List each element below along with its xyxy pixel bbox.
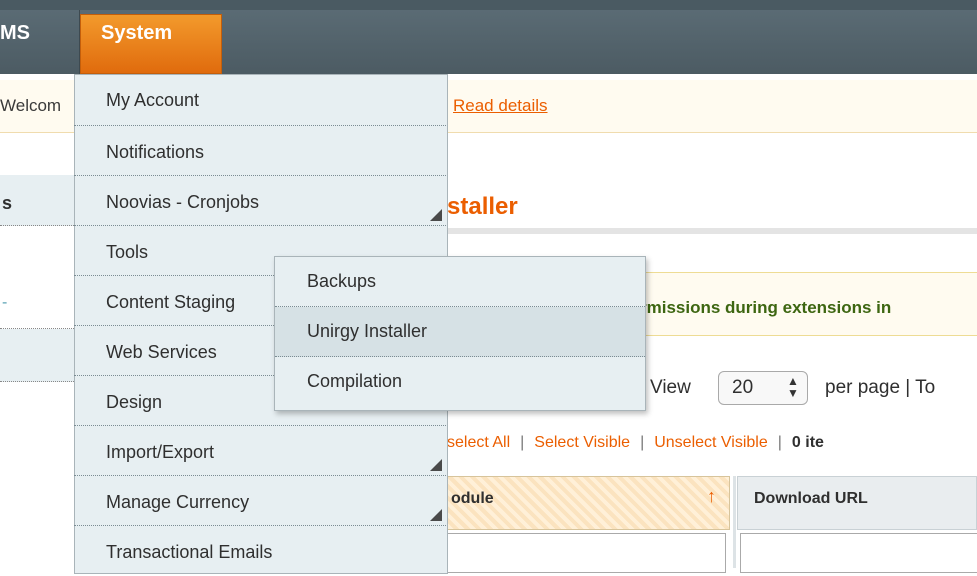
page-title: staller (447, 193, 518, 220)
submenu-arrow-icon (430, 509, 442, 521)
unselect-all-link[interactable]: select All (447, 434, 510, 451)
select-visible-link[interactable]: Select Visible (534, 434, 630, 451)
menu-item-label: Import/Export (106, 442, 215, 462)
nav-item-cms[interactable]: MS (0, 22, 30, 45)
select-arrows-icon[interactable]: ▲ ▼ (787, 375, 799, 399)
per-page-label: per page | To (825, 377, 936, 398)
menu-item-label: Notifications (106, 142, 205, 162)
left-tab-label: - (2, 294, 8, 311)
title-underline (447, 228, 977, 234)
submenu-item-label: Unirgy Installer (307, 321, 428, 341)
menu-item-import-export[interactable]: Import/Export (74, 426, 446, 476)
read-details-link[interactable]: Read details (453, 96, 548, 116)
submenu-item-backups[interactable]: Backups (275, 257, 645, 307)
menu-item-label: Manage Currency (106, 492, 250, 512)
submenu-item-label: Backups (307, 271, 377, 291)
menu-item-my-account[interactable]: My Account (74, 76, 446, 126)
left-tab[interactable] (0, 329, 74, 382)
nav-item-system-label[interactable]: System (101, 22, 172, 45)
notice-text: Welcom (0, 96, 62, 115)
menu-item-label: Tools (106, 242, 149, 262)
message-text: rmissions during extensions in (640, 298, 892, 317)
submenu-item-compilation[interactable]: Compilation (275, 357, 645, 407)
url-filter-input[interactable] (740, 533, 977, 573)
column-header-module-label[interactable]: odule (451, 490, 494, 508)
left-tab[interactable] (0, 280, 74, 329)
submenu-arrow-icon (430, 209, 442, 221)
separator: | (777, 434, 782, 451)
menu-item-label: My Account (106, 90, 200, 110)
per-page-value[interactable]: 20 (732, 377, 753, 399)
view-label: View (650, 377, 691, 398)
mass-action-row: select All | Select Visible | Unselect Visib… (447, 434, 824, 452)
items-count: 0 ite (791, 434, 824, 451)
menu-item-transactional-emails[interactable]: Transactional Emails (74, 526, 446, 576)
menu-item-label: Transactional Emails (106, 542, 273, 562)
submenu-arrow-icon (430, 459, 442, 471)
separator: | (640, 434, 645, 451)
menu-item-label: Design (106, 392, 163, 412)
column-header-download-url-label[interactable]: Download URL (754, 490, 868, 508)
menu-item-notifications[interactable]: Notifications (74, 126, 446, 176)
column-divider (733, 476, 736, 568)
module-filter-input[interactable] (447, 533, 726, 573)
sort-arrow-icon[interactable]: ↑ (707, 486, 716, 507)
separator: | (520, 434, 525, 451)
submenu-item-label: Compilation (307, 371, 403, 391)
top-strip (0, 0, 977, 10)
menu-item-label: Content Staging (106, 292, 236, 312)
menu-item-label: Web Services (106, 342, 217, 362)
menu-item-noovias-cronjobs[interactable]: Noovias - Cronjobs (74, 176, 446, 226)
menu-item-label: Noovias - Cronjobs (106, 192, 260, 212)
submenu-item-unirgy-installer[interactable]: Unirgy Installer (275, 307, 645, 357)
menu-item-manage-currency[interactable]: Manage Currency (74, 476, 446, 526)
left-tab-label: s (2, 193, 13, 213)
unselect-visible-link[interactable]: Unselect Visible (654, 434, 768, 451)
